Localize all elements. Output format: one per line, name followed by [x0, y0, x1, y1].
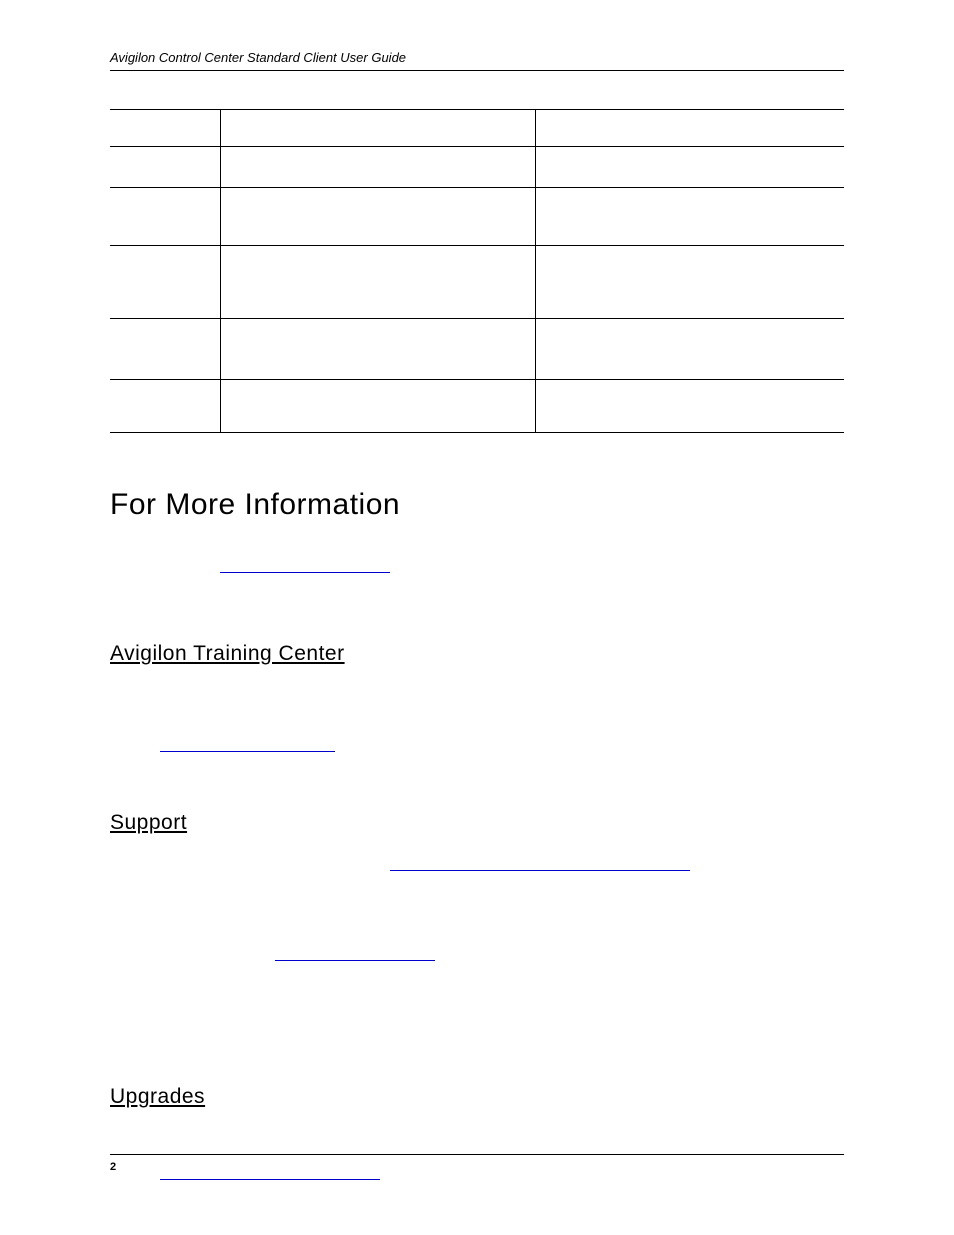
feature-table: [110, 109, 844, 433]
table-cell: [220, 246, 535, 319]
inline-link[interactable]: [160, 1179, 380, 1180]
table-cell: [220, 380, 535, 433]
table-cell: [220, 110, 535, 147]
heading-for-more-information: For More Information: [110, 488, 844, 522]
table-row: [110, 319, 844, 380]
table-cell: [535, 147, 844, 188]
table-cell: [220, 147, 535, 188]
running-header: Avigilon Control Center Standard Client …: [110, 50, 844, 71]
table-cell: [110, 246, 220, 319]
table-cell: [110, 147, 220, 188]
table-cell: [220, 188, 535, 246]
table-cell: [535, 110, 844, 147]
inline-link[interactable]: [220, 572, 390, 573]
page-number: 2: [110, 1161, 116, 1173]
table-row: [110, 380, 844, 433]
table-cell: [535, 380, 844, 433]
heading-upgrades: Upgrades: [110, 1085, 844, 1109]
table-cell: [535, 319, 844, 380]
heading-support: Support: [110, 811, 844, 835]
inline-link[interactable]: [275, 960, 435, 961]
table-cell: [535, 246, 844, 319]
table-row: [110, 147, 844, 188]
table-row: [110, 188, 844, 246]
table-cell: [535, 188, 844, 246]
table-cell: [220, 319, 535, 380]
inline-link[interactable]: [390, 870, 690, 871]
table-row: [110, 246, 844, 319]
inline-link[interactable]: [160, 751, 335, 752]
table-row: [110, 110, 844, 147]
table-cell: [110, 188, 220, 246]
heading-training-center: Avigilon Training Center: [110, 642, 844, 666]
table-cell: [110, 319, 220, 380]
table-cell: [110, 110, 220, 147]
table-cell: [110, 380, 220, 433]
